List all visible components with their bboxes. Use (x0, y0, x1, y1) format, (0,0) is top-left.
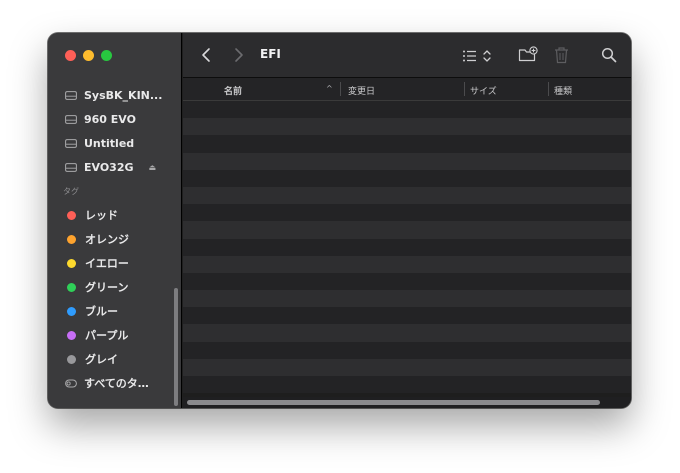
sidebar-tag-yellow[interactable]: イエロー (48, 251, 181, 275)
sidebar-tag-label: イエロー (85, 257, 129, 270)
main-content: EFI 名前 ^ 変更日 サイズ 種類 (183, 33, 631, 408)
sidebar-tag-purple[interactable]: パープル (48, 323, 181, 347)
empty-row (183, 307, 631, 325)
empty-row (183, 169, 631, 187)
column-header-date[interactable]: 変更日 (348, 84, 375, 97)
horizontal-scrollbar[interactable] (187, 400, 600, 405)
trash-icon[interactable] (554, 46, 569, 64)
empty-row (183, 290, 631, 308)
column-divider[interactable] (340, 82, 341, 96)
drive-icon (65, 114, 77, 124)
sort-ascending-icon[interactable]: ^ (326, 84, 333, 93)
column-header-kind[interactable]: 種類 (554, 84, 572, 97)
back-chevron-icon[interactable] (200, 47, 214, 63)
sidebar: SysBK_KIN... 960 EVO Untitled EVO32G ⏏ タ… (48, 33, 182, 408)
new-folder-icon[interactable] (518, 46, 538, 63)
tag-color-dot (67, 354, 76, 364)
column-divider[interactable] (548, 82, 549, 96)
window-controls (65, 50, 112, 61)
tag-color-dot (67, 258, 76, 268)
column-header-size[interactable]: サイズ (470, 84, 497, 97)
empty-row (183, 324, 631, 342)
empty-row (183, 341, 631, 359)
tags-section-header: タグ (63, 186, 79, 196)
column-divider[interactable] (464, 82, 465, 96)
sidebar-tag-gray[interactable]: グレイ (48, 347, 181, 371)
close-button[interactable] (65, 50, 76, 61)
all-tags-icon (65, 379, 77, 387)
sidebar-tag-label: パープル (85, 329, 129, 342)
empty-row (183, 135, 631, 153)
sidebar-scrollbar[interactable] (174, 288, 178, 406)
column-header-row: 名前 ^ 変更日 サイズ 種類 (183, 78, 631, 101)
empty-row (183, 186, 631, 205)
sidebar-item-960evo[interactable]: 960 EVO (48, 107, 181, 131)
sidebar-list: SysBK_KIN... 960 EVO Untitled EVO32G ⏏ タ… (48, 83, 181, 395)
tag-color-dot (67, 330, 76, 340)
sidebar-item-evo32g[interactable]: EVO32G ⏏ (48, 155, 181, 179)
empty-row (183, 118, 631, 136)
tag-color-dot (67, 210, 76, 220)
forward-chevron-icon[interactable] (231, 47, 245, 63)
sidebar-item-label: 960 EVO (84, 112, 136, 126)
finder-window: SysBK_KIN... 960 EVO Untitled EVO32G ⏏ タ… (48, 33, 631, 408)
empty-row (183, 152, 631, 170)
empty-row (183, 101, 631, 119)
fullscreen-button[interactable] (101, 50, 112, 61)
tag-color-dot (67, 234, 76, 244)
eject-icon[interactable]: ⏏ (149, 163, 157, 172)
empty-row (183, 221, 631, 239)
file-list[interactable] (183, 101, 631, 401)
sidebar-item-label: SysBK_KIN... (84, 88, 163, 102)
minimize-button[interactable] (83, 50, 94, 61)
drive-icon (65, 90, 77, 100)
sidebar-tag-orange[interactable]: オレンジ (48, 227, 181, 251)
drive-icon (65, 162, 77, 172)
window-title: EFI (260, 47, 281, 61)
search-icon[interactable] (601, 47, 617, 63)
sidebar-all-tags-label: すべてのタ… (84, 377, 149, 390)
horizontal-scrollbar-track (183, 397, 631, 408)
sidebar-tag-green[interactable]: グリーン (48, 275, 181, 299)
sidebar-all-tags[interactable]: すべてのタ… (48, 371, 181, 395)
sidebar-tag-label: レッド (85, 209, 118, 222)
tag-color-dot (67, 306, 76, 316)
column-header-name[interactable]: 名前 (224, 84, 242, 97)
empty-row (183, 376, 631, 394)
empty-row (183, 358, 631, 376)
drive-icon (65, 138, 77, 148)
sidebar-item-untitled[interactable]: Untitled (48, 131, 181, 155)
empty-row (183, 255, 631, 273)
sidebar-tag-label: グリーン (85, 281, 129, 294)
sidebar-item-label: Untitled (84, 136, 135, 150)
sidebar-tag-label: グレイ (85, 353, 118, 366)
sidebar-tag-red[interactable]: レッド (48, 203, 181, 227)
sidebar-tag-label: ブルー (85, 305, 118, 318)
sidebar-tag-label: オレンジ (85, 233, 129, 246)
sidebar-item-sysbk[interactable]: SysBK_KIN... (48, 83, 181, 107)
toolbar: EFI (183, 33, 631, 78)
sidebar-tag-blue[interactable]: ブルー (48, 299, 181, 323)
tag-color-dot (67, 282, 76, 292)
empty-row (183, 238, 631, 256)
empty-row (183, 272, 631, 291)
empty-row (183, 204, 631, 222)
sidebar-item-label: EVO32G (84, 160, 134, 174)
list-view-icon[interactable] (462, 48, 494, 64)
